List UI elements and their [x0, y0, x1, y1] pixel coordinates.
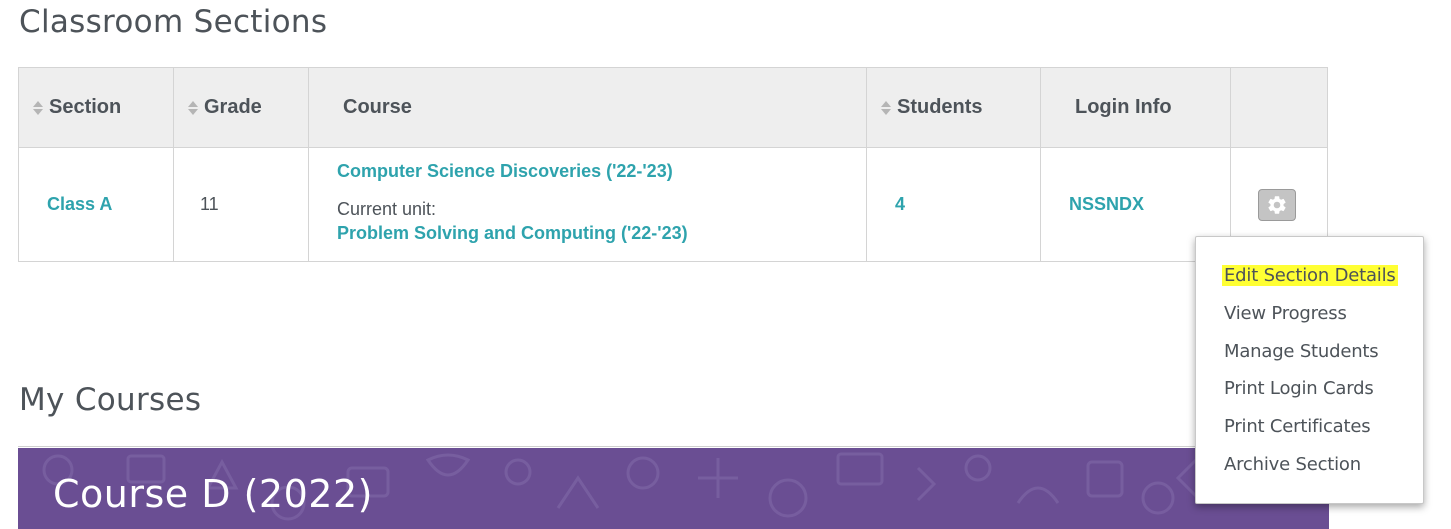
menu-item-manage-students[interactable]: Manage Students [1224, 341, 1379, 362]
header-students[interactable]: Students [866, 67, 1041, 148]
my-courses-title: My Courses [19, 382, 202, 418]
students-link[interactable]: 4 [895, 194, 905, 214]
menu-item-edit-section-details[interactable]: Edit Section Details [1222, 265, 1398, 286]
section-actions-button[interactable] [1258, 188, 1296, 221]
current-unit-link[interactable]: Problem Solving and Computing ('22-'23) [337, 223, 866, 244]
header-grade-label: Grade [204, 96, 262, 118]
cell-course: Computer Science Discoveries ('22-'23) C… [308, 147, 867, 262]
menu-item-print-certificates[interactable]: Print Certificates [1224, 416, 1371, 437]
cell-grade: 11 [173, 147, 309, 262]
current-unit-label: Current unit: [337, 199, 437, 219]
course-card[interactable]: Course D (2022) [18, 448, 1329, 529]
header-login-info-label: Login Info [1075, 96, 1172, 118]
header-section-label: Section [49, 96, 122, 118]
header-grade[interactable]: Grade [173, 67, 309, 148]
header-login-info: Login Info [1040, 67, 1231, 148]
cell-section: Class A [18, 147, 174, 262]
cell-students: 4 [866, 147, 1041, 262]
menu-item-view-progress[interactable]: View Progress [1224, 303, 1347, 324]
grade-value: 11 [200, 194, 219, 214]
menu-item-archive-section[interactable]: Archive Section [1224, 454, 1361, 475]
sections-table: Section Grade Course Students Login Info… [18, 67, 1328, 262]
login-info-link[interactable]: NSSNDX [1069, 194, 1144, 214]
sort-icon [33, 100, 43, 115]
table-header-row: Section Grade Course Students Login Info [18, 67, 1328, 148]
menu-item-print-login-cards[interactable]: Print Login Cards [1224, 378, 1374, 399]
header-course-label: Course [343, 96, 412, 118]
course-link[interactable]: Computer Science Discoveries ('22-'23) [337, 161, 866, 182]
section-actions-menu: Edit Section Details View Progress Manag… [1195, 236, 1424, 504]
header-actions [1230, 67, 1328, 148]
sort-icon [188, 100, 198, 115]
section-divider [18, 446, 1328, 447]
gear-icon [1268, 195, 1286, 214]
table-row: Class A 11 Computer Science Discoveries … [18, 147, 1328, 262]
header-course: Course [308, 67, 867, 148]
sort-icon [881, 100, 891, 115]
section-link[interactable]: Class A [47, 194, 112, 214]
classroom-sections-title: Classroom Sections [19, 4, 328, 40]
header-section[interactable]: Section [18, 67, 174, 148]
course-card-title: Course D (2022) [53, 472, 373, 516]
header-students-label: Students [897, 96, 983, 118]
